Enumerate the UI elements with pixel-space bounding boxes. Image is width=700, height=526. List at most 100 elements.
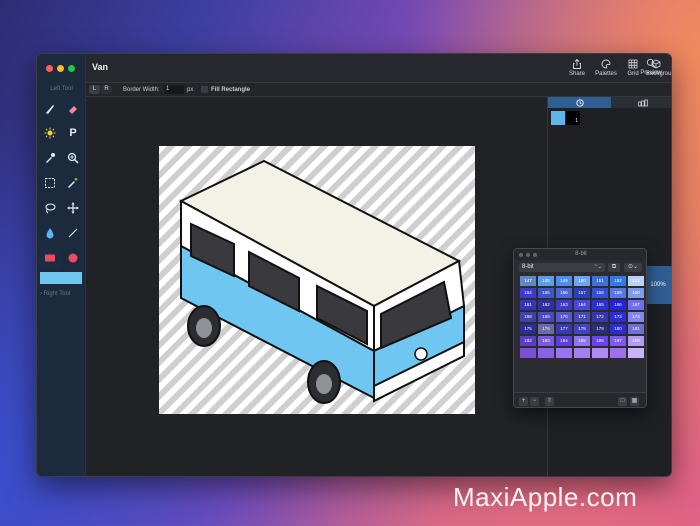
palette-swatch[interactable]: 182 <box>520 336 536 346</box>
palette-swatch[interactable]: 163 <box>556 300 572 310</box>
palette-swatch[interactable]: 158 <box>592 288 608 298</box>
zoom-window-button[interactable] <box>68 65 75 72</box>
eyedropper-tool[interactable] <box>39 147 61 169</box>
history-tab[interactable] <box>548 97 611 108</box>
palette-swatch[interactable]: 186 <box>592 336 608 346</box>
export-palette-button[interactable]: ⇧ <box>545 397 554 406</box>
right-tool-disclosure[interactable]: › Right Tool <box>40 291 70 297</box>
palette-swatch[interactable] <box>520 348 536 358</box>
palette-swatch[interactable]: 170 <box>556 312 572 322</box>
fill-tool[interactable] <box>39 222 61 244</box>
palette-swatch[interactable] <box>610 348 626 358</box>
palette-swatch[interactable]: 155 <box>538 288 554 298</box>
left-tool-toggle[interactable]: L <box>89 85 100 94</box>
palette-swatch[interactable]: 177 <box>556 324 572 334</box>
palette-swatch[interactable]: 160 <box>628 288 644 298</box>
palettes-button[interactable]: Palettes <box>592 59 620 77</box>
pixel-canvas[interactable] <box>159 146 475 414</box>
palette-swatch[interactable]: 169 <box>538 312 554 322</box>
list-view-button[interactable]: □ <box>618 397 627 406</box>
right-tool-toggle[interactable]: R <box>101 85 112 94</box>
palette-swatch[interactable]: 176 <box>538 324 554 334</box>
palette-swatch[interactable]: 185 <box>574 336 590 346</box>
palette-swatch[interactable]: 149 <box>556 276 572 286</box>
palette-swatch[interactable]: 168 <box>520 312 536 322</box>
add-color-button[interactable]: + <box>519 397 528 406</box>
palette-swatch[interactable]: 171 <box>574 312 590 322</box>
move-tool[interactable] <box>62 197 84 219</box>
marquee-tool[interactable] <box>39 172 61 194</box>
palette-swatch[interactable]: 175 <box>520 324 536 334</box>
canvas-area[interactable] <box>86 97 547 476</box>
palette-swatch[interactable]: 153 <box>628 276 644 286</box>
palette-swatch[interactable]: 162 <box>538 300 554 310</box>
palette-swatch[interactable]: 164 <box>574 300 590 310</box>
palette-zoom-button[interactable] <box>533 253 537 257</box>
palette-swatch[interactable]: 151 <box>592 276 608 286</box>
zoom-tool[interactable] <box>62 147 84 169</box>
eyedropper-icon <box>46 153 55 163</box>
fill-rectangle-checkbox[interactable] <box>201 86 208 93</box>
grid-view-button[interactable]: ▦ <box>630 397 639 406</box>
border-width-input[interactable]: 1 <box>164 85 184 94</box>
palette-swatch[interactable]: 181 <box>628 324 644 334</box>
palette-swatch[interactable] <box>592 348 608 358</box>
rectangle-tool[interactable] <box>39 247 61 269</box>
palette-swatch[interactable] <box>628 348 644 358</box>
line-tool[interactable] <box>62 222 84 244</box>
layer-badge: 1 <box>575 118 578 124</box>
lasso-tool[interactable] <box>39 197 61 219</box>
palette-swatch[interactable]: 148 <box>538 276 554 286</box>
palette-swatch[interactable]: 179 <box>592 324 608 334</box>
plus-icon: + <box>521 398 526 404</box>
palette-swatch[interactable]: 156 <box>556 288 572 298</box>
close-window-button[interactable] <box>46 65 53 72</box>
ellipse-tool[interactable] <box>62 247 84 269</box>
palette-swatch[interactable]: 154 <box>520 288 536 298</box>
circle-icon <box>68 253 78 263</box>
palette-swatch[interactable]: 147 <box>520 276 536 286</box>
brightness-tool[interactable] <box>39 122 61 144</box>
brush-tool[interactable] <box>39 98 61 120</box>
preview-button[interactable]: Preview <box>638 58 664 76</box>
layers-tab[interactable] <box>611 97 671 108</box>
border-width-label: Border Width: <box>123 87 160 93</box>
palette-swatch[interactable]: 187 <box>610 336 626 346</box>
share-icon <box>573 59 581 69</box>
palette-swatch[interactable]: 159 <box>610 288 626 298</box>
palette-close-button[interactable] <box>519 253 523 257</box>
palette-swatch[interactable]: 178 <box>574 324 590 334</box>
eraser-tool[interactable] <box>62 98 84 120</box>
remove-color-button[interactable]: − <box>530 397 539 406</box>
layer-thumbnail-dark[interactable]: 1 <box>566 111 580 125</box>
palette-duplicate-button[interactable]: ⧉ <box>608 263 620 272</box>
palette-swatch[interactable]: 150 <box>574 276 590 286</box>
palette-select[interactable]: 8-bit ⌃⌄ <box>519 263 605 272</box>
palette-swatch[interactable]: 180 <box>610 324 626 334</box>
palette-swatch[interactable] <box>574 348 590 358</box>
palette-swatch[interactable] <box>538 348 554 358</box>
magic-wand-tool[interactable] <box>62 172 84 194</box>
pen-tool[interactable]: P <box>62 122 84 144</box>
share-button[interactable]: Share <box>566 59 588 77</box>
palette-swatch[interactable]: 172 <box>592 312 608 322</box>
palette-swatch[interactable]: 161 <box>520 300 536 310</box>
minimize-window-button[interactable] <box>57 65 64 72</box>
letter-p-icon: P <box>69 127 77 139</box>
palette-swatch[interactable]: 174 <box>628 312 644 322</box>
palette-swatch[interactable]: 152 <box>610 276 626 286</box>
palette-swatch[interactable]: 184 <box>556 336 572 346</box>
palette-swatch[interactable]: 157 <box>574 288 590 298</box>
palette-options-button[interactable]: ⊙⌄ <box>624 263 642 272</box>
layer-thumbnail[interactable] <box>551 111 565 125</box>
palette-minimize-button[interactable] <box>526 253 530 257</box>
palette-swatch[interactable]: 188 <box>628 336 644 346</box>
palette-swatch[interactable]: 166 <box>610 300 626 310</box>
palette-swatch[interactable]: 173 <box>610 312 626 322</box>
selected-color-swatch[interactable] <box>40 272 82 284</box>
palette-swatch[interactable] <box>556 348 572 358</box>
palette-swatch[interactable]: 167 <box>628 300 644 310</box>
palette-swatch[interactable]: 165 <box>592 300 608 310</box>
palette-swatch[interactable]: 183 <box>538 336 554 346</box>
palette-icon <box>601 59 611 69</box>
